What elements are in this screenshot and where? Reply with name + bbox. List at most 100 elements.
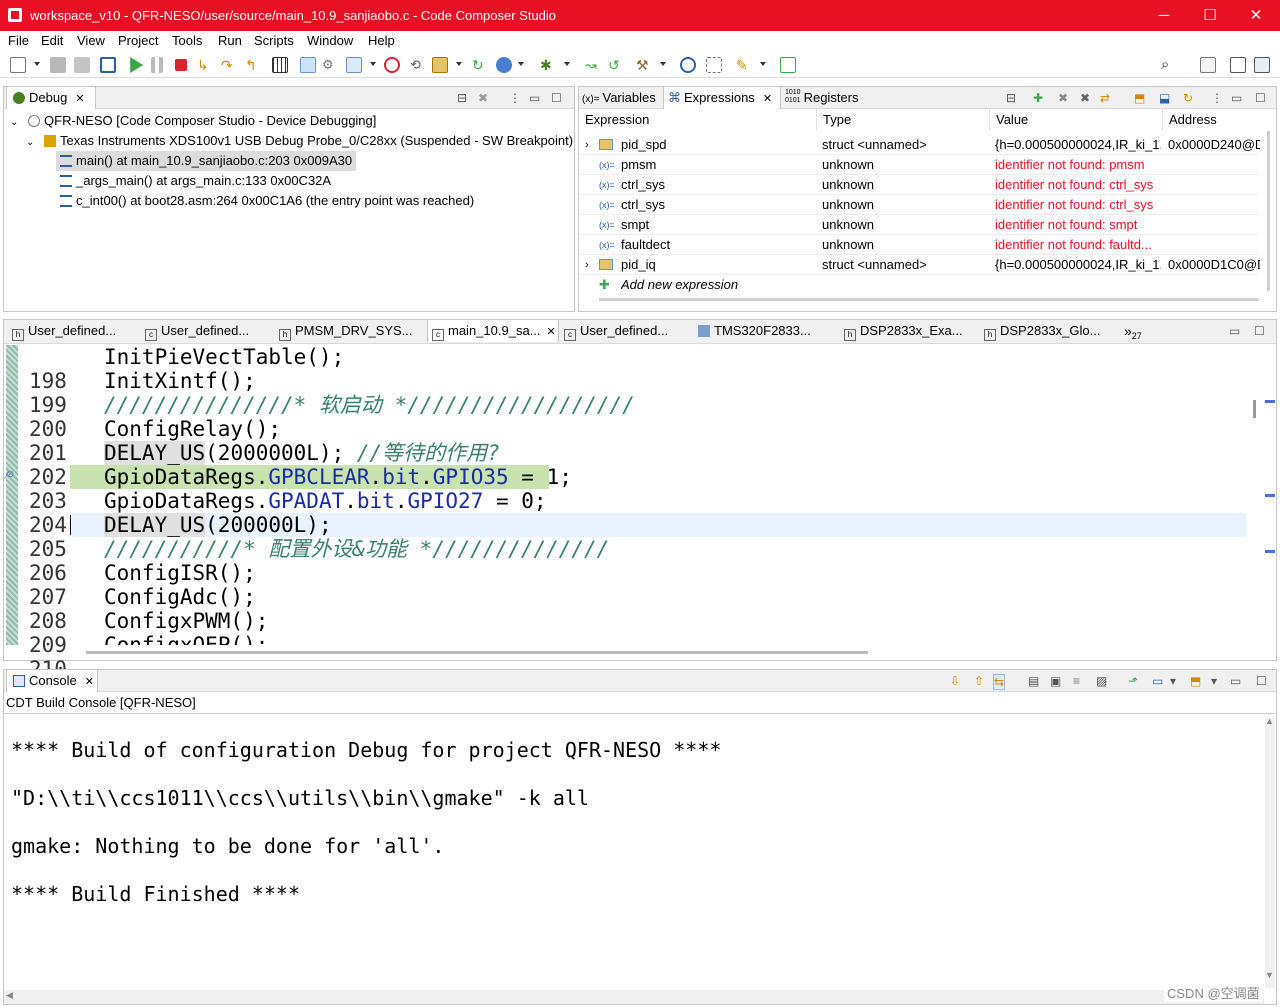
step-over-icon[interactable]: ↷ [221,57,237,73]
build-dropdown-icon[interactable] [456,62,462,66]
close-button[interactable]: ✕ [1233,0,1279,31]
column-header-expression[interactable]: Expression [579,109,817,131]
close-tab-icon[interactable]: ✕ [85,676,94,688]
close-tab-icon[interactable]: ✕ [75,93,84,105]
minimize-view-icon[interactable]: ▭ [1229,324,1240,338]
maximize-view-icon[interactable]: ☐ [1255,91,1266,105]
editor-tab[interactable]: TMS320F2833... [698,320,828,342]
reset-icon[interactable] [384,57,400,73]
remove-expression-icon[interactable]: ✖ [1058,91,1068,105]
remove-all-icon[interactable]: ✖ [1080,91,1090,105]
pin-console-icon[interactable]: ⬏ [1128,674,1138,688]
editor-tab[interactable]: c User_defined... [145,320,265,342]
word-wrap-icon[interactable]: ▣ [1050,674,1061,688]
scroll-lock-icon[interactable]: ▤ [1028,674,1039,688]
expression-row[interactable]: (x)= pmsm unknown identifier not found: pms… [579,155,1259,175]
connect-icon[interactable]: ⚙ [322,57,338,73]
refresh-icon[interactable]: ↻ [472,57,488,73]
restart-icon[interactable]: ⟲ [410,57,426,73]
expand-arrow-icon[interactable]: › [585,255,589,275]
editor-tab-active[interactable]: c main_10.9_sa... ✕ [427,320,559,342]
column-header-value[interactable]: Value [990,109,1163,131]
more-tabs-button[interactable]: »27 [1124,320,1154,342]
minimize-view-icon[interactable]: ▭ [1230,674,1241,688]
new-icon[interactable] [10,57,26,73]
minimize-button[interactable]: ─ [1141,0,1187,31]
refresh-all-icon[interactable]: ⇄ [1100,91,1110,105]
hammer-dropdown-icon[interactable] [660,62,666,66]
expand-arrow-icon[interactable]: › [585,135,589,155]
expression-value[interactable]: {h=0.000500000024,IR_ki_1... [995,135,1161,155]
scroll-up-icon[interactable]: ▲ [1265,716,1274,726]
continuous-refresh-icon[interactable]: ↻ [1183,91,1193,105]
vertical-scroll-thumb[interactable] [1253,400,1256,418]
expression-value[interactable]: identifier not found: smpt [995,215,1161,235]
expand-arrow-icon[interactable]: ⌄ [26,137,34,148]
search-icon[interactable]: ⌕ [1161,57,1177,73]
next-error-icon[interactable]: ⇩ [950,674,960,688]
scroll-left-icon[interactable]: ◀ [6,990,13,1001]
minimize-view-icon[interactable]: ▭ [1231,91,1242,105]
export-icon[interactable]: ⬓ [1159,91,1170,105]
menu-help[interactable]: Help [368,33,395,48]
horizontal-scrollbar[interactable] [599,298,1259,301]
expression-row[interactable]: (x)= faultdect unknown identifier not found… [579,235,1259,255]
maximize-view-icon[interactable]: ☐ [551,91,562,105]
expression-name[interactable]: smpt [621,215,811,235]
menu-run[interactable]: Run [218,33,242,48]
debug-dropdown-icon[interactable] [518,62,524,66]
cc-debug-perspective-icon[interactable] [1254,57,1270,73]
cc-edit-perspective-icon[interactable] [1230,57,1246,73]
clear-console-icon[interactable]: ≡ [1073,674,1080,688]
overview-marker[interactable] [1265,400,1275,403]
expression-row[interactable]: (x)= ctrl_sys unknown identifier not found:… [579,175,1259,195]
menu-project[interactable]: Project [118,33,158,48]
menu-edit[interactable]: Edit [41,33,63,48]
expression-value[interactable]: identifier not found: ctrl_sys [995,195,1161,215]
close-tab-icon[interactable]: ✕ [763,93,772,105]
memory-icon[interactable] [272,57,288,73]
menu-file[interactable]: File [8,33,29,48]
expression-name[interactable]: pid_iq [621,255,811,275]
terminate-icon[interactable] [175,59,187,71]
link-icon[interactable]: ⇆ [993,674,1006,690]
open-dropdown-icon[interactable]: ▾ [1211,674,1217,688]
close-tab-icon[interactable]: ✕ [547,326,556,338]
breakpoint-icon[interactable]: ⊘ [6,469,16,480]
save-icon[interactable] [50,57,66,73]
search-file-icon[interactable] [680,57,696,73]
display-dropdown-icon[interactable]: ▾ [1170,674,1176,688]
minimize-view-icon[interactable]: ▭ [529,91,540,105]
loop-icon[interactable]: ↺ [608,57,624,73]
scroll-down-icon[interactable]: ▼ [1265,970,1274,980]
tab-console[interactable]: Console ✕ [6,670,98,692]
open-console-icon[interactable]: ⬒ [1190,674,1201,688]
expand-arrow-icon[interactable]: ⌄ [10,117,18,128]
menu-tools[interactable]: Tools [172,33,202,48]
expression-value[interactable]: identifier not found: ctrl_sys [995,175,1161,195]
expression-name[interactable]: faultdect [621,235,811,255]
resume-icon[interactable] [130,57,143,73]
overview-marker[interactable] [1265,550,1275,553]
assembly-step-icon[interactable] [300,57,316,73]
editor-tab[interactable]: h DSP2833x_Exa... [844,320,974,342]
new-dropdown-icon[interactable] [34,62,40,66]
expression-value[interactable]: identifier not found: faultd... [995,235,1161,255]
console-view-icon[interactable] [706,57,722,73]
view-menu-icon[interactable]: ⋮ [509,91,521,105]
editor-tab[interactable]: h PMSM_DRV_SYS... [279,320,414,342]
horizontal-scrollbar[interactable] [86,651,868,654]
hammer-icon[interactable]: ⚒ [636,57,652,73]
expression-value[interactable]: {h=0.000500000024,IR_ki_1... [995,255,1161,275]
tab-registers[interactable]: 1010 0101 Registers [785,87,875,109]
step-return-icon[interactable]: ↰ [245,57,261,73]
open-perspective-icon[interactable] [1200,57,1216,73]
view-menu-icon[interactable]: ⋮ [1211,91,1223,105]
prev-error-icon[interactable]: ⇧ [974,674,984,688]
vertical-scrollbar[interactable] [1265,718,1275,988]
step-into-icon[interactable]: ↳ [197,57,213,73]
load-dropdown-icon[interactable] [370,62,376,66]
terminal-icon[interactable] [100,57,116,73]
remove-terminated-icon[interactable]: ✖ [478,91,488,105]
load-program-icon[interactable] [346,57,362,73]
